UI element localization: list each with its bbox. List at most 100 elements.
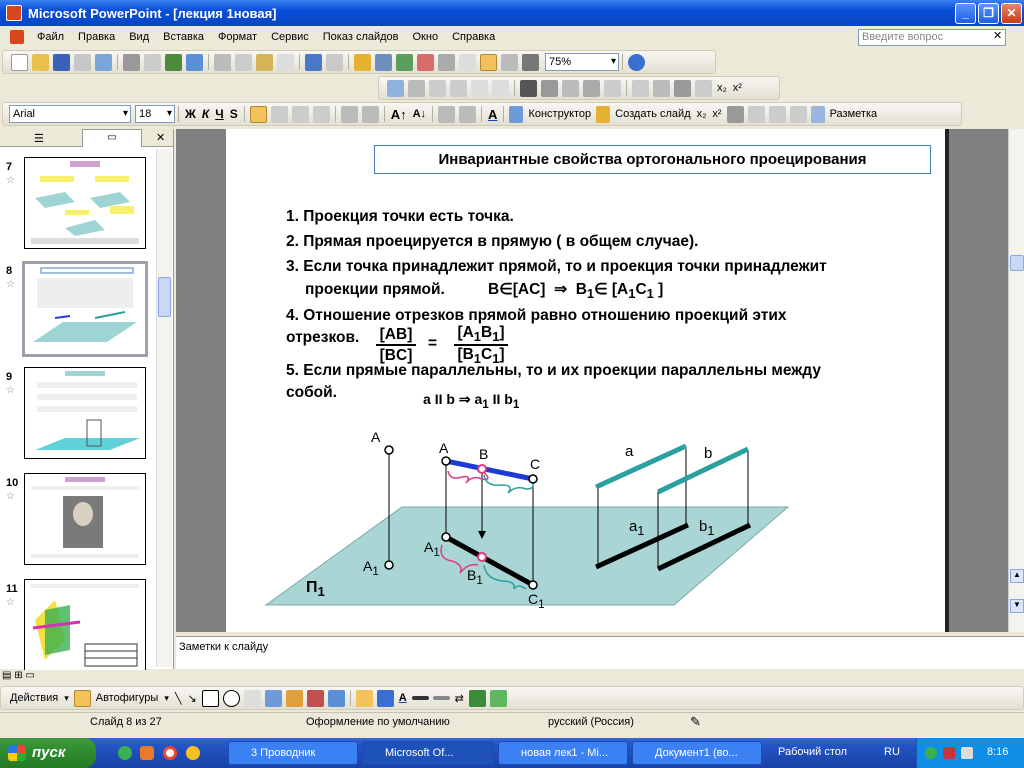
projection-diagram[interactable] [226, 419, 948, 632]
color-icon[interactable] [408, 79, 425, 97]
slide-thumbnail[interactable] [24, 367, 146, 459]
increase-indent-icon[interactable] [459, 105, 477, 123]
quicklaunch-icon[interactable] [186, 746, 200, 760]
scroll-thumb[interactable] [158, 277, 171, 317]
format-picture-icon[interactable] [583, 79, 600, 97]
expand-icon[interactable] [438, 53, 455, 71]
open-icon[interactable] [32, 53, 49, 71]
menu-tools[interactable]: Сервис [264, 26, 316, 48]
table-eraser-icon[interactable] [695, 79, 712, 97]
quicklaunch-icon[interactable] [118, 746, 132, 760]
font-size-select[interactable]: 18 [135, 105, 175, 123]
transparent-icon[interactable] [604, 79, 621, 97]
grid-lines-icon[interactable] [501, 53, 518, 71]
preview-icon[interactable] [144, 53, 161, 71]
quicklaunch-icon[interactable] [140, 746, 154, 760]
line-icon[interactable]: ╲ [172, 692, 185, 705]
task-powerpoint[interactable]: Microsoft Of... [362, 741, 494, 765]
menu-slideshow[interactable]: Показ слайдов [316, 26, 406, 48]
contrast-down-icon[interactable] [450, 79, 467, 97]
chart-icon[interactable] [354, 53, 371, 71]
picture-icon[interactable] [327, 689, 345, 707]
slide-canvas[interactable]: Инвариантные свойства ортогонального про… [226, 129, 948, 632]
table-icon[interactable] [375, 53, 392, 71]
cut-icon[interactable] [214, 53, 231, 71]
document-icon[interactable] [10, 30, 24, 44]
align-right-icon[interactable] [291, 105, 309, 123]
underline-button[interactable]: Ч [212, 107, 226, 121]
designer-button[interactable]: Конструктор [525, 108, 594, 120]
align-center-icon[interactable] [270, 105, 288, 123]
new-slide-button[interactable]: Создать слайд [612, 108, 693, 120]
autoshapes-menu[interactable]: Автофигуры [93, 692, 162, 704]
research-icon[interactable] [186, 53, 203, 71]
save-icon[interactable] [53, 53, 70, 71]
redo-icon[interactable] [326, 53, 343, 71]
tray-icon[interactable] [943, 747, 955, 759]
spelling-icon[interactable] [165, 53, 182, 71]
line-color-icon[interactable] [376, 689, 394, 707]
table-insert-icon[interactable] [396, 53, 413, 71]
sorter-view-icon[interactable]: ⊞ [14, 670, 22, 681]
slide-thumbnail[interactable] [24, 157, 146, 249]
font-color-icon[interactable]: A [485, 107, 500, 122]
volume-icon[interactable] [961, 747, 973, 759]
show-formatting-icon[interactable] [459, 53, 476, 71]
slide-title[interactable]: Инвариантные свойства ортогонального про… [374, 145, 931, 174]
decrease-indent-icon[interactable] [438, 105, 456, 123]
spell-check-icon[interactable]: ✎ [690, 714, 701, 730]
email-icon[interactable] [95, 53, 112, 71]
compress-icon[interactable] [541, 79, 558, 97]
increase-font-icon[interactable]: A↑ [388, 107, 410, 122]
align-left-icon[interactable] [249, 105, 267, 123]
copy-icon[interactable] [235, 53, 252, 71]
close-button[interactable]: ✕ [1001, 3, 1022, 24]
task-explorer[interactable]: 3 Проводник [228, 741, 358, 765]
slideshow-view-icon[interactable]: ▭ [25, 670, 34, 681]
desktop-toolbar[interactable]: Рабочий стол [766, 741, 876, 765]
slide-scrollbar[interactable]: ▲ ▼ [1008, 129, 1024, 632]
menu-file[interactable]: Файл [30, 26, 71, 48]
menu-help[interactable]: Справка [445, 26, 502, 48]
quicklaunch-icon[interactable] [163, 746, 177, 760]
textbox-icon[interactable] [243, 689, 261, 707]
paste-icon[interactable] [256, 53, 273, 71]
fill-color-icon[interactable] [355, 689, 373, 707]
next-slide-icon[interactable]: ▼ [1010, 599, 1024, 613]
menu-edit[interactable]: Правка [71, 26, 122, 48]
outline-tab-icon[interactable]: ☰ [34, 132, 44, 145]
font-select[interactable]: Arial [9, 105, 131, 123]
close-pane-icon[interactable]: ✕ [156, 131, 165, 144]
tray-icon[interactable] [925, 747, 937, 759]
language-indicator[interactable]: RU [884, 746, 900, 758]
italic-button[interactable]: К [199, 107, 212, 121]
notes-pane[interactable]: Заметки к слайду [176, 636, 1024, 669]
diagram-icon[interactable] [285, 689, 303, 707]
line-weight-icon[interactable] [411, 696, 429, 700]
wordart-icon[interactable] [264, 689, 282, 707]
bullets-icon[interactable] [361, 105, 379, 123]
numbering-icon[interactable] [340, 105, 358, 123]
oval-icon[interactable] [222, 689, 240, 707]
undo-icon[interactable] [305, 53, 322, 71]
normal-view-icon[interactable]: ▤ [2, 670, 11, 681]
slide-thumbnail[interactable] [24, 473, 146, 565]
scroll-thumb[interactable] [1010, 255, 1024, 271]
menu-window[interactable]: Окно [406, 26, 446, 48]
thumbnails-scrollbar[interactable] [156, 149, 172, 667]
subscript-icon[interactable]: x₂ [714, 82, 730, 94]
clipart-icon[interactable] [306, 689, 324, 707]
shadow-button[interactable]: S [227, 107, 241, 121]
task-word-document[interactable]: Документ1 (во... [632, 741, 762, 765]
maximize-button[interactable]: ❐ [978, 3, 999, 24]
rotate-right-icon[interactable] [768, 105, 786, 123]
reset-picture-icon[interactable] [632, 79, 649, 97]
table-border-icon[interactable] [653, 79, 670, 97]
slides-tab-icon[interactable]: ▭ [82, 129, 142, 147]
subscript-icon-2[interactable]: x₂ [694, 108, 710, 120]
superscript-icon[interactable]: x² [730, 82, 745, 94]
permission-icon[interactable] [74, 53, 91, 71]
bold-button[interactable]: Ж [182, 107, 199, 121]
menu-view[interactable]: Вид [122, 26, 156, 48]
justify-icon[interactable] [312, 105, 330, 123]
